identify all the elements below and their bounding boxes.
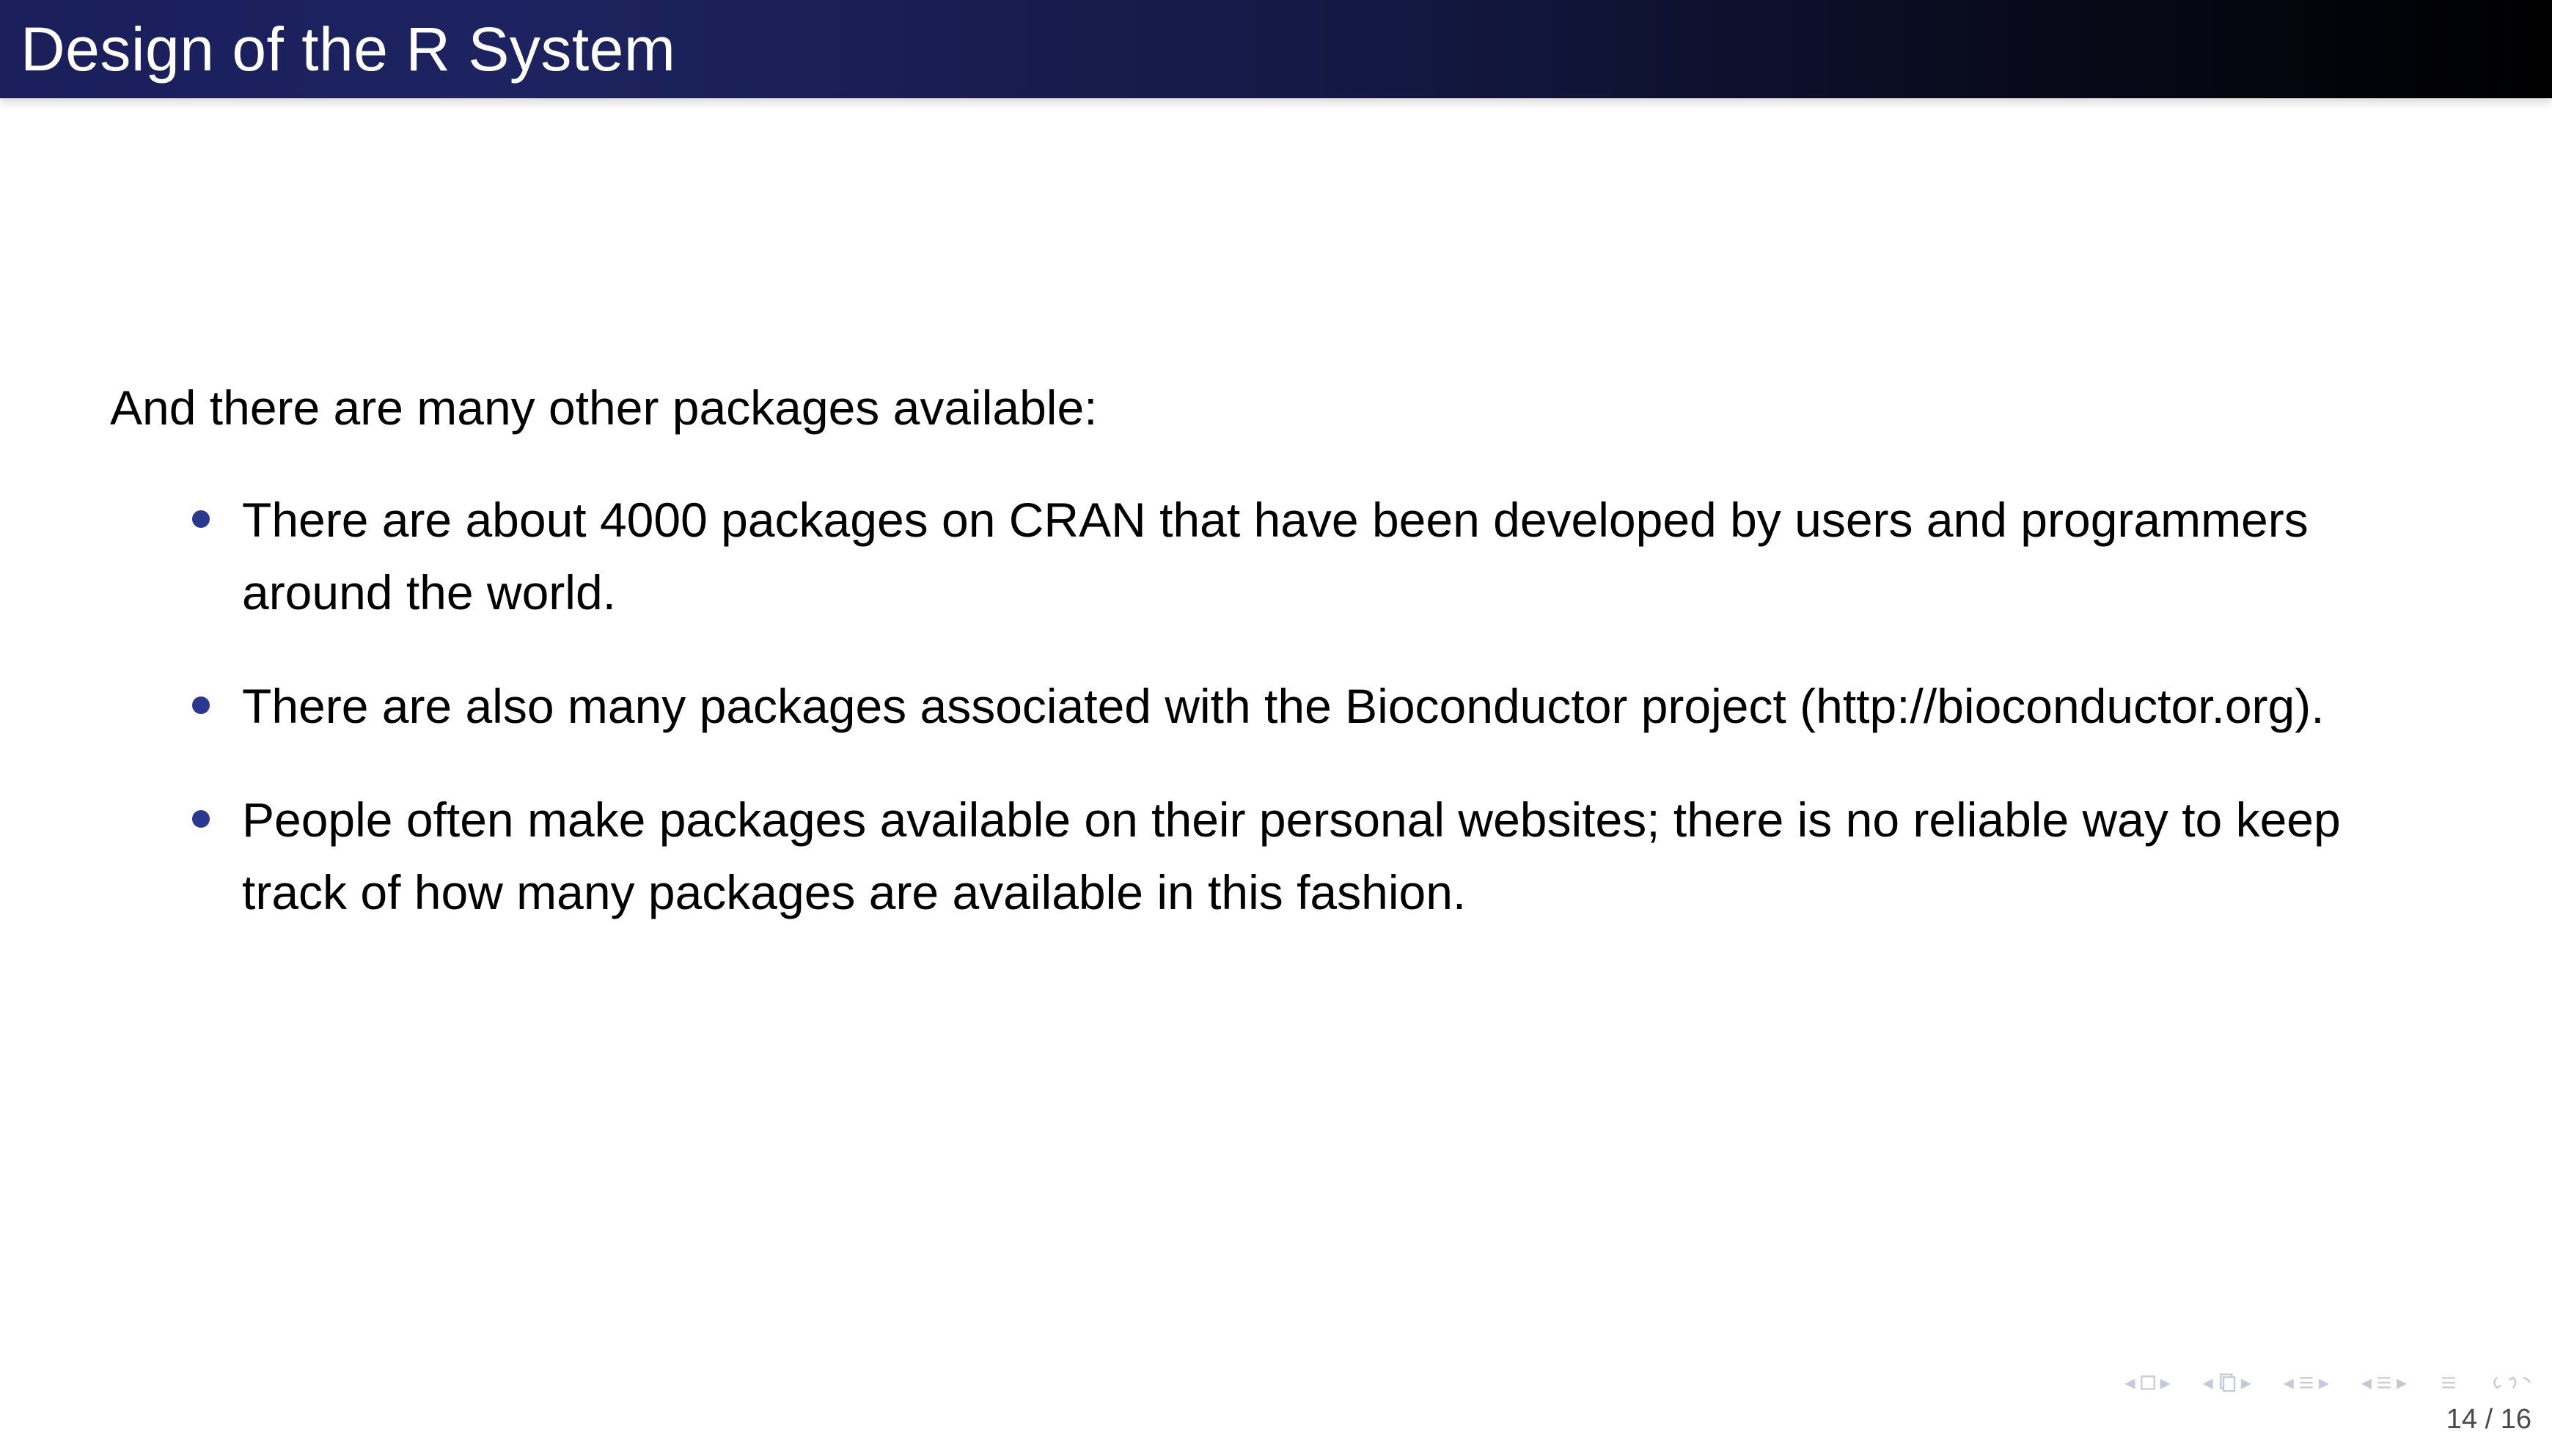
undo-redo-icon <box>2490 1372 2531 1394</box>
intro-paragraph: And there are many other packages availa… <box>110 377 2442 440</box>
chevron-left-icon: ◂ <box>2361 1372 2372 1393</box>
lines-icon <box>2297 1373 2316 1392</box>
list-item: People often make packages available on … <box>242 784 2442 929</box>
nav-first-slide[interactable]: ◂ ▸ <box>2125 1372 2171 1393</box>
slide-title: Design of the R System <box>21 14 675 85</box>
nav-prev-slide[interactable]: ◂ ▸ <box>2203 1372 2251 1394</box>
nav-next-section[interactable]: ◂ ▸ <box>2361 1372 2407 1393</box>
list-item: There are about 4000 packages on CRAN th… <box>242 484 2442 629</box>
page-number: 14 / 16 <box>2446 1404 2531 1435</box>
nav-prev-section[interactable]: ◂ ▸ <box>2284 1372 2329 1393</box>
chevron-left-icon: ◂ <box>2125 1372 2135 1393</box>
list-item: There are also many packages associated … <box>242 670 2442 743</box>
lines-icon <box>2375 1373 2394 1392</box>
nav-go-back[interactable] <box>2490 1372 2531 1394</box>
square-icon <box>2138 1373 2157 1392</box>
chevron-left-icon: ◂ <box>2284 1372 2294 1393</box>
title-bar: Design of the R System <box>0 0 2552 98</box>
bullet-list: There are about 4000 packages on CRAN th… <box>110 484 2442 929</box>
navigation-controls: ◂ ▸ ◂ ▸ ◂ ▸ <box>2125 1372 2532 1394</box>
chevron-left-icon: ◂ <box>2203 1372 2213 1393</box>
chevron-right-icon: ▸ <box>2241 1372 2251 1393</box>
slide-content: And there are many other packages availa… <box>0 98 2552 1456</box>
chevron-right-icon: ▸ <box>2160 1372 2171 1393</box>
slide-footer: ◂ ▸ ◂ ▸ ◂ ▸ <box>2125 1372 2532 1435</box>
document-stack-icon <box>2216 1372 2238 1394</box>
slide-container: Design of the R System And there are man… <box>0 0 2552 1456</box>
chevron-right-icon: ▸ <box>2319 1372 2329 1393</box>
lines-icon <box>2439 1373 2458 1392</box>
chevron-right-icon: ▸ <box>2397 1372 2407 1393</box>
nav-outline[interactable] <box>2439 1373 2458 1392</box>
